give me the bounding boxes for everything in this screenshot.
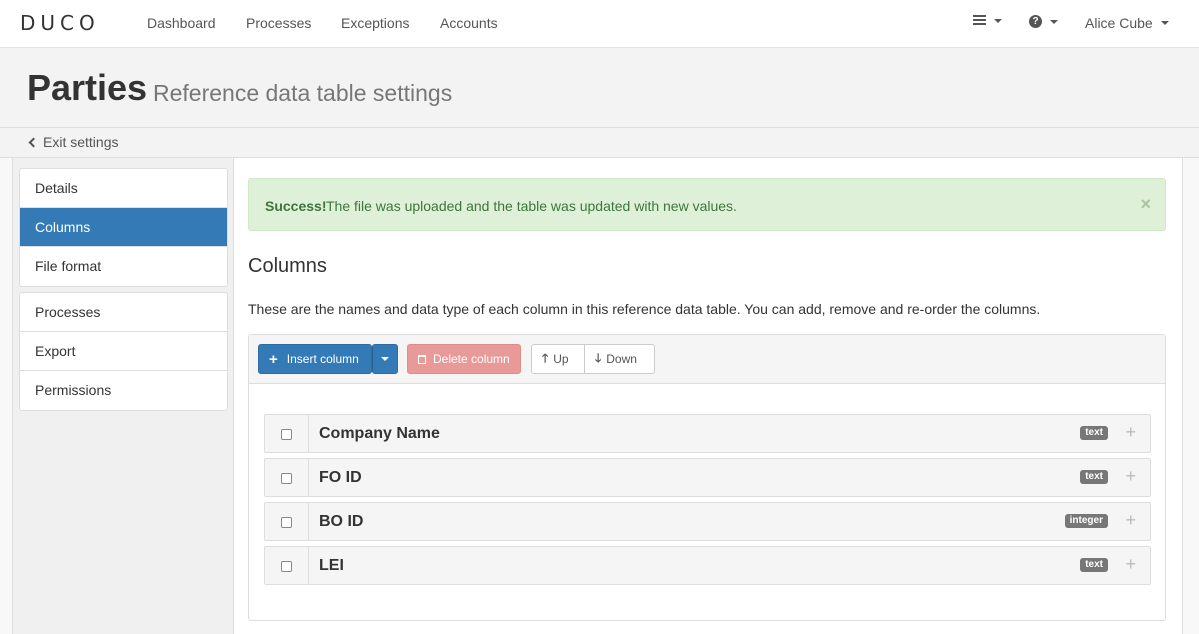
exit-settings-link[interactable]: Exit settings — [28, 134, 119, 150]
question-circle-icon: ? — [1029, 15, 1042, 28]
insert-column-label: Insert column — [286, 352, 359, 366]
delete-column-label: Delete column — [433, 352, 510, 366]
chevron-left-icon — [28, 137, 39, 147]
settings-sidebar: Details Columns File format Processes Ex… — [12, 158, 234, 634]
arrow-down-icon: 🡓 — [595, 350, 602, 365]
sidebar-item-export[interactable]: Export — [20, 332, 227, 371]
alert-strong: Success! — [265, 198, 327, 214]
nav-accounts[interactable]: Accounts — [440, 15, 498, 31]
nav-processes[interactable]: Processes — [246, 15, 311, 31]
menu-dropdown[interactable] — [973, 15, 1002, 26]
page-subtitle: Reference data table settings — [153, 80, 453, 106]
move-down-label: Down — [606, 352, 637, 366]
caret-down-icon — [381, 357, 389, 361]
column-type-badge: text — [1080, 558, 1108, 572]
duco-logo[interactable]: DUCO — [20, 11, 100, 35]
nav-dashboard[interactable]: Dashboard — [147, 15, 216, 31]
row-checkbox[interactable] — [281, 561, 292, 572]
close-icon[interactable]: × — [1140, 194, 1151, 215]
user-dropdown[interactable]: Alice Cube — [1085, 15, 1169, 31]
sidebar-item-file-format[interactable]: File format — [20, 247, 227, 286]
column-name: LEI — [319, 557, 344, 574]
column-row[interactable]: Company Name text + — [264, 414, 1151, 453]
move-down-button[interactable]: 🡓 Down — [584, 344, 655, 374]
caret-down-icon — [1160, 21, 1169, 25]
columns-panel: + Insert column Delete column 🡑 Up 🡓 Dow… — [248, 334, 1166, 621]
caret-down-icon — [1050, 19, 1058, 24]
row-checkbox-cell — [265, 415, 309, 452]
user-name: Alice Cube — [1085, 15, 1153, 31]
row-checkbox-cell — [265, 503, 309, 540]
row-checkbox[interactable] — [281, 517, 292, 528]
exit-bar: Exit settings — [0, 128, 1199, 158]
column-type-badge: text — [1080, 470, 1108, 484]
columns-toolbar: + Insert column Delete column 🡑 Up 🡓 Dow… — [249, 335, 1165, 384]
column-row[interactable]: BO ID integer + — [264, 502, 1151, 541]
section-title: Columns — [248, 255, 327, 277]
sidebar-item-processes[interactable]: Processes — [20, 293, 227, 332]
column-row[interactable]: FO ID text + — [264, 458, 1151, 497]
nav-exceptions[interactable]: Exceptions — [341, 15, 409, 31]
sidebar-item-columns[interactable]: Columns — [20, 208, 227, 247]
column-row[interactable]: LEI text + — [264, 546, 1151, 585]
insert-column-button[interactable]: + Insert column — [258, 344, 372, 374]
plus-icon[interactable]: + — [1125, 510, 1136, 531]
sidebar-item-permissions[interactable]: Permissions — [20, 371, 227, 410]
delete-column-button[interactable]: Delete column — [407, 344, 521, 374]
sidebar-group-other: Processes Export Permissions — [19, 292, 228, 411]
plus-icon[interactable]: + — [1125, 466, 1136, 487]
move-up-label: Up — [553, 352, 569, 366]
sidebar-group-table: Details Columns File format — [19, 168, 228, 287]
main-content: Success! The file was uploaded and the t… — [234, 158, 1183, 634]
page-header: Parties Reference data table settings — [0, 48, 1199, 128]
row-checkbox[interactable] — [281, 429, 292, 440]
row-checkbox-cell — [265, 459, 309, 496]
help-dropdown[interactable]: ? — [1029, 15, 1058, 28]
insert-column-dropdown[interactable] — [372, 344, 398, 374]
success-alert: Success! The file was uploaded and the t… — [248, 178, 1166, 231]
hamburger-icon — [973, 15, 986, 26]
plus-icon[interactable]: + — [1125, 422, 1136, 443]
plus-icon[interactable]: + — [1125, 554, 1136, 575]
arrow-up-icon: 🡑 — [542, 350, 549, 365]
row-checkbox-cell — [265, 547, 309, 584]
column-name: FO ID — [319, 469, 362, 486]
exit-settings-label: Exit settings — [43, 134, 119, 150]
alert-message: The file was uploaded and the table was … — [326, 198, 737, 214]
column-type-badge: integer — [1064, 514, 1108, 528]
row-checkbox[interactable] — [281, 473, 292, 484]
column-type-badge: text — [1080, 426, 1108, 440]
page-title: Parties — [27, 67, 148, 108]
column-name: BO ID — [319, 513, 364, 530]
plus-icon: + — [269, 350, 278, 368]
trash-icon — [418, 354, 426, 364]
move-up-button[interactable]: 🡑 Up — [531, 344, 585, 374]
caret-down-icon — [994, 18, 1002, 23]
section-description: These are the names and data type of eac… — [248, 301, 1041, 317]
top-navbar: DUCO Dashboard Processes Exceptions Acco… — [0, 0, 1199, 48]
column-name: Company Name — [319, 425, 440, 442]
sidebar-item-details[interactable]: Details — [20, 169, 227, 208]
